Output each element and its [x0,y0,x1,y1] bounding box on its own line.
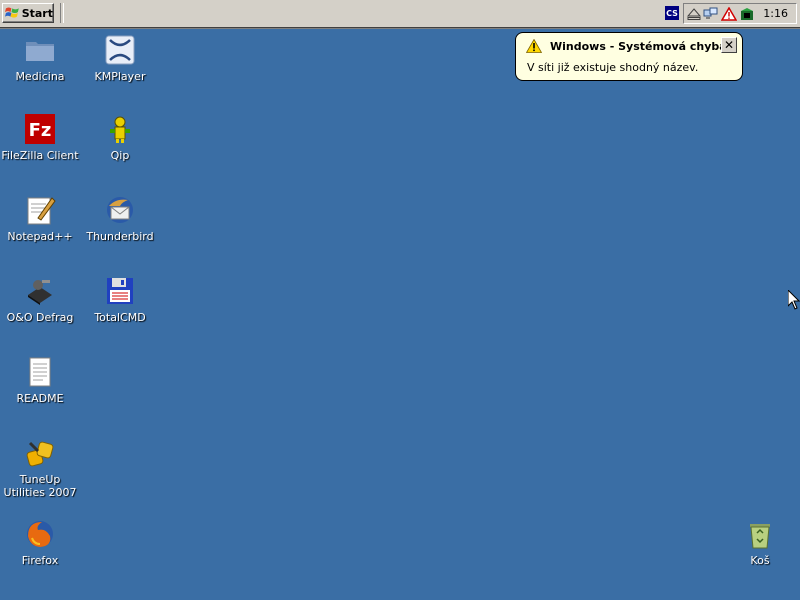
desktop-icon-label: Notepad++ [7,230,73,243]
taskbar: Start CS 1:16 [0,0,800,29]
desktop-icon-label: KMPlayer [94,70,146,83]
warning-icon [526,39,542,53]
svg-text:Fz: Fz [29,120,52,141]
desktop-icon-oo-defrag[interactable]: O&O Defrag [0,275,80,324]
floppy-icon [107,278,133,304]
thunderbird-icon [107,197,133,223]
desktop-icon-recycle-bin[interactable]: Koš [720,518,800,567]
desktop-icon-label: O&O Defrag [6,311,74,324]
mouse-cursor-icon [788,290,800,310]
firefox-icon [27,521,53,547]
balloon-message: V síti již existuje shodný název. [527,61,699,74]
network-warning-icon[interactable] [721,7,737,21]
document-icon [29,357,51,387]
recycle-bin-icon [750,524,770,549]
desktop-icon-label: Medicina [15,70,65,83]
taskbar-separator [60,3,64,23]
clock[interactable]: 1:16 [763,7,788,20]
network-icon[interactable] [703,7,719,21]
desktop-icon-label: Koš [750,554,770,567]
desktop-icon-label: Qip [110,149,130,162]
desktop-icon-filezilla[interactable]: Fz FileZilla Client [0,113,80,162]
desktop-icon-notepadpp[interactable]: Notepad++ [0,194,80,243]
desktop-icon-thunderbird[interactable]: Thunderbird [80,194,160,243]
filezilla-icon: Fz [25,114,55,144]
desktop-icon-kmplayer[interactable]: KMPlayer [80,34,160,83]
start-button[interactable]: Start [2,3,54,23]
desktop-icon-label: Thunderbird [86,230,154,243]
language-indicator[interactable]: CS [665,6,679,20]
kmplayer-icon [105,35,135,65]
desktop-icon-qip[interactable]: Qip [80,113,160,162]
windows-logo-icon [5,7,19,18]
desktop-icon-firefox[interactable]: Firefox [0,518,80,567]
start-label: Start [21,6,53,20]
desktop-icon-label: TotalCMD [94,311,146,324]
folder-icon [26,42,54,61]
desktop-icon-label: TuneUp Utilities 2007 [3,473,77,499]
desktop-icon-label: Firefox [21,554,59,567]
qip-icon [110,116,130,143]
desktop-icon-label: FileZilla Client [1,149,79,162]
tuneup-icon [26,441,54,467]
desktop-icon-tuneup[interactable]: TuneUp Utilities 2007 [0,437,80,499]
eject-icon[interactable] [686,7,702,21]
desktop-icon-medicina[interactable]: Medicina [0,34,80,83]
safely-remove-icon[interactable] [739,7,755,21]
error-balloon[interactable]: Windows - Systémová chyba V síti již exi… [515,32,743,81]
notepad-icon [27,197,56,225]
desktop-icon-readme[interactable]: README [0,356,80,405]
balloon-close-button[interactable]: ✕ [721,37,737,53]
defrag-icon [28,280,52,305]
system-tray: 1:16 [683,3,797,24]
desktop-icon-totalcmd[interactable]: TotalCMD [80,275,160,324]
desktop-icon-label: README [16,392,64,405]
balloon-title: Windows - Systémová chyba [550,40,727,53]
